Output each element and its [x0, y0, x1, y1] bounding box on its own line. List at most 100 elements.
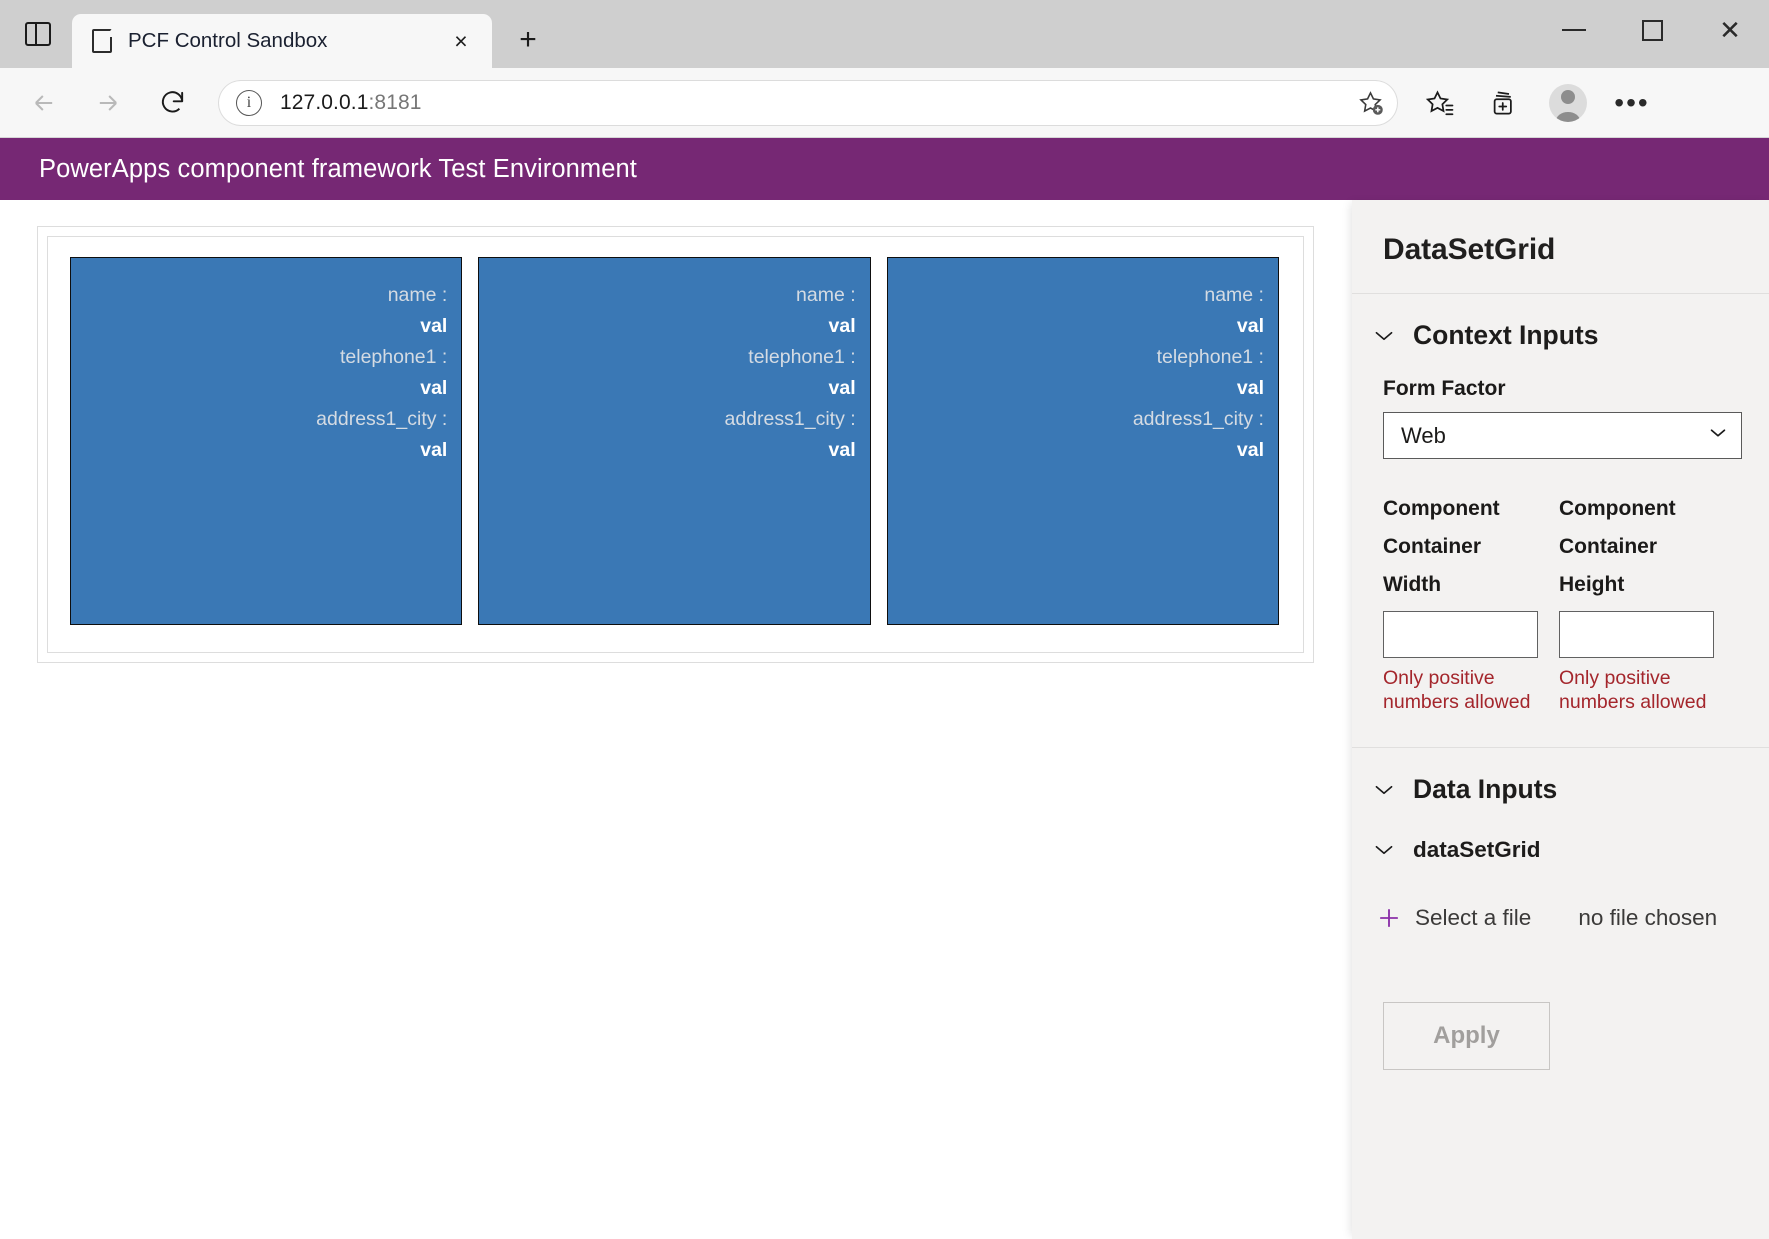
page-icon: [92, 29, 112, 53]
favorites-star-icon: [1425, 88, 1455, 118]
field-key: address1_city :: [725, 404, 856, 435]
container-width-label: Component Container Width: [1383, 490, 1538, 604]
field-key: telephone1 :: [340, 342, 447, 373]
browser-titlebar: PCF Control Sandbox × + ✕: [0, 0, 1769, 68]
minimize-icon: [1562, 29, 1586, 31]
properties-panel: DataSetGrid Context Inputs Form Factor W…: [1352, 200, 1769, 1239]
field-key: name :: [388, 280, 448, 311]
form-factor-select[interactable]: Web: [1383, 412, 1742, 459]
back-button[interactable]: [18, 77, 70, 129]
dataset-record-card[interactable]: name : val telephone1 : val address1_cit…: [70, 257, 462, 625]
field-value: val: [420, 373, 447, 404]
settings-and-more-button[interactable]: •••: [1605, 76, 1659, 130]
field-value: val: [829, 311, 856, 342]
field-value: val: [1237, 311, 1264, 342]
form-factor-value: Web: [1401, 423, 1707, 449]
forward-button[interactable]: [82, 77, 134, 129]
context-inputs-section: Context Inputs Form Factor Web: [1352, 294, 1769, 714]
field-key: address1_city :: [1133, 404, 1264, 435]
plus-icon[interactable]: [1372, 901, 1406, 935]
address-bar-text: 127.0.0.1:8181: [280, 91, 422, 115]
container-width-input[interactable]: [1383, 611, 1538, 658]
tab-title: PCF Control Sandbox: [128, 29, 444, 53]
app-body: name : val telephone1 : val address1_cit…: [0, 200, 1769, 1239]
page-content: PowerApps component framework Test Envir…: [0, 138, 1769, 1239]
app-title: PowerApps component framework Test Envir…: [39, 155, 637, 184]
container-size-fields: Component Container Width Only positive …: [1352, 490, 1769, 714]
more-icon: •••: [1614, 97, 1649, 108]
maximize-button[interactable]: [1613, 0, 1691, 60]
address-port: :8181: [368, 91, 421, 114]
field-key: telephone1 :: [748, 342, 855, 373]
data-inputs-section: Data Inputs dataSetGrid Select a file: [1352, 748, 1769, 1070]
chevron-down-icon[interactable]: [1369, 321, 1399, 351]
address-host: 127.0.0.1: [280, 91, 368, 114]
field-value: val: [420, 435, 447, 466]
apply-button[interactable]: Apply: [1383, 1002, 1550, 1070]
apply-button-area: Apply: [1352, 1002, 1769, 1070]
window-controls: ✕: [1535, 0, 1769, 60]
field-value: val: [1237, 373, 1264, 404]
tab-sidebar-toggle-button[interactable]: [10, 0, 66, 68]
browser-tab[interactable]: PCF Control Sandbox ×: [72, 14, 492, 68]
favorites-button[interactable]: [1413, 76, 1467, 130]
dataset-card-row: name : val telephone1 : val address1_cit…: [70, 257, 1279, 625]
profile-button[interactable]: [1541, 76, 1595, 130]
address-bar[interactable]: i 127.0.0.1:8181: [218, 80, 1398, 126]
container-height-label: Component Container Height: [1559, 490, 1714, 604]
forward-arrow-icon: [94, 89, 122, 117]
component-outer-container: name : val telephone1 : val address1_cit…: [37, 226, 1314, 663]
dataset-grid-name: dataSetGrid: [1413, 837, 1541, 863]
section-heading: Context Inputs: [1413, 320, 1599, 351]
select-file-row: Select a file no file chosen: [1352, 901, 1769, 935]
field-value: val: [829, 435, 856, 466]
select-file-button[interactable]: Select a file: [1415, 905, 1531, 931]
dataset-record-card[interactable]: name : val telephone1 : val address1_cit…: [887, 257, 1279, 625]
close-window-button[interactable]: ✕: [1691, 0, 1769, 60]
data-inputs-header[interactable]: Data Inputs: [1352, 774, 1769, 805]
container-height-error: Only positive numbers allowed: [1559, 667, 1714, 714]
tab-strip: PCF Control Sandbox × +: [0, 0, 552, 68]
app-header: PowerApps component framework Test Envir…: [0, 138, 1769, 200]
close-icon[interactable]: ×: [444, 24, 478, 58]
form-factor-label: Form Factor: [1352, 377, 1769, 401]
tab-sidebar-icon: [25, 22, 51, 46]
browser-window: PCF Control Sandbox × + ✕ i 127.0.0.1:81…: [0, 0, 1769, 1239]
field-value: val: [420, 311, 447, 342]
container-width-field: Component Container Width Only positive …: [1383, 490, 1538, 714]
collections-button[interactable]: [1477, 76, 1531, 130]
field-value: val: [829, 373, 856, 404]
context-inputs-header[interactable]: Context Inputs: [1352, 320, 1769, 351]
reload-button[interactable]: [146, 77, 198, 129]
component-canvas: name : val telephone1 : val address1_cit…: [0, 200, 1352, 1239]
site-info-icon[interactable]: i: [236, 90, 262, 116]
new-tab-button[interactable]: +: [504, 16, 552, 64]
maximize-icon: [1642, 20, 1663, 41]
file-status-text: no file chosen: [1578, 905, 1717, 931]
back-arrow-icon: [30, 89, 58, 117]
component-inner-container: name : val telephone1 : val address1_cit…: [47, 236, 1304, 653]
field-key: name :: [1204, 280, 1264, 311]
chevron-down-icon[interactable]: [1369, 835, 1399, 865]
add-favorite-icon[interactable]: [1348, 81, 1392, 125]
dataset-grid-header[interactable]: dataSetGrid: [1352, 835, 1769, 865]
field-key: name :: [796, 280, 856, 311]
container-height-input[interactable]: [1559, 611, 1714, 658]
section-heading: Data Inputs: [1413, 774, 1557, 805]
container-width-error: Only positive numbers allowed: [1383, 667, 1538, 714]
page-title: DataSetGrid: [1383, 233, 1769, 267]
dataset-record-card[interactable]: name : val telephone1 : val address1_cit…: [478, 257, 870, 625]
field-value: val: [1237, 435, 1264, 466]
field-key: telephone1 :: [1157, 342, 1264, 373]
collections-icon: [1489, 88, 1519, 118]
browser-toolbar: i 127.0.0.1:8181 •••: [0, 68, 1769, 138]
chevron-down-icon[interactable]: [1369, 775, 1399, 805]
profile-avatar-icon: [1549, 84, 1587, 122]
container-height-field: Component Container Height Only positive…: [1559, 490, 1714, 714]
form-factor-field: Web: [1352, 412, 1769, 459]
field-key: address1_city :: [316, 404, 447, 435]
minimize-button[interactable]: [1535, 0, 1613, 60]
reload-icon: [158, 88, 187, 117]
chevron-down-icon: [1707, 422, 1729, 449]
close-icon: ✕: [1719, 17, 1741, 43]
